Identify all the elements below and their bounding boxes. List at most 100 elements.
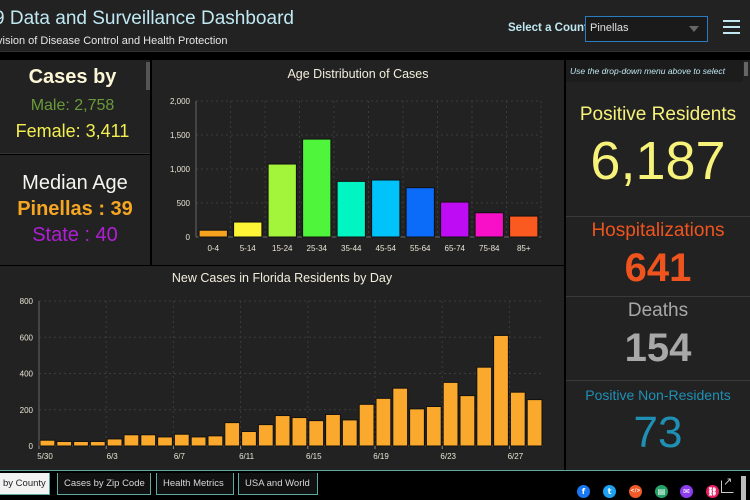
non-residents-label: Positive Non-Residents [585,387,731,403]
bar-6-9[interactable] [207,435,224,447]
left-panel-scrollbar[interactable] [146,62,150,90]
bar-65-74[interactable] [440,201,470,238]
positive-residents-value: 6,187 [590,131,726,191]
bar-6-18[interactable] [358,403,375,447]
non-residents-value: 73 [633,408,683,457]
bar-6-26[interactable] [493,334,509,447]
x-tick-label: 5/30 [37,452,53,461]
bar-5-14[interactable] [233,221,263,238]
y-tick-label: 1,000 [170,165,191,174]
bar-75-84[interactable] [474,212,504,238]
bar-5-31[interactable] [56,440,73,447]
x-tick-label: 15-24 [272,244,293,253]
bar-6-25[interactable] [476,366,493,447]
bar-6-20[interactable] [392,387,409,447]
link-icon[interactable]: ⛓ [706,481,719,498]
bar-6-11[interactable] [241,431,257,447]
bar-6-5[interactable] [140,434,157,447]
bar-6-24[interactable] [459,395,476,447]
bar-6-16[interactable] [325,413,341,447]
x-tick-label: 6/11 [239,452,255,461]
deaths-label: Deaths [627,300,689,321]
y-tick-label: 500 [177,199,191,208]
bar-25-34[interactable] [302,138,332,238]
bar-6-15[interactable] [308,420,325,447]
bar-5-30[interactable] [39,439,56,447]
email-icon[interactable]: ✉ [680,481,693,498]
bar-6-21[interactable] [409,408,425,447]
hospitalizations-value: 641 [624,246,692,290]
bar-6-14[interactable] [291,417,308,447]
bar-45-54[interactable] [371,179,401,238]
bar-85+[interactable] [509,215,539,238]
y-tick-label: 200 [20,406,34,415]
external-link-icon[interactable] [721,475,734,493]
cases-by-sex-panel: Cases by Male: 2,758 Female: 3,411 [0,60,150,154]
x-tick-label: 6/15 [306,452,322,461]
divider [566,380,750,381]
x-tick-label: 6/19 [373,452,389,461]
bar-6-19[interactable] [375,397,392,447]
bar-6-8[interactable] [190,436,207,447]
bar-55-64[interactable] [405,187,435,238]
y-tick-label: 0 [186,233,191,242]
daily-cases-chart: 0 200 400 600 800 5/30 6/3 6/7 6/11 6/15 6/19 6/23 6… [20,297,543,461]
twitter-icon[interactable]: t [603,481,616,498]
bar-6-27[interactable] [509,391,526,447]
x-tick-label: 6/23 [440,452,456,461]
tab-cases-by-county[interactable]: by County [0,473,50,495]
y-tick-label: 600 [20,333,34,342]
embed-code-icon[interactable]: </> [629,481,642,498]
summary-stats-panel: Use the drop-down menu above to select P… [566,60,750,470]
median-age-title: Median Age [22,172,128,194]
bar-6-7[interactable] [173,433,190,447]
age-distribution-panel: Age Distribution of Cases 0 500 1,000 1,500… [152,60,564,265]
dashboard-subtitle: vision of Disease Control and Health Pro… [0,35,228,47]
x-tick-label: 35-44 [341,244,362,253]
bar-6-4[interactable] [123,434,140,447]
hint-scrollbar[interactable] [744,62,748,76]
bar-6-17[interactable] [341,419,358,447]
bar-6-12[interactable] [257,424,274,447]
instruction-hint: Use the drop-down menu above to select [566,60,743,82]
x-tick-label: 85+ [517,244,531,253]
y-tick-label: 1,500 [170,131,191,140]
y-tick-label: 0 [29,442,34,451]
facebook-icon[interactable]: f [577,481,590,498]
x-tick-label: 45-54 [376,244,397,253]
dashboard-title: 9 Data and Surveillance Dashboard [0,8,294,29]
x-tick-label: 6/7 [174,452,186,461]
print-icon[interactable]: ▤ [655,481,668,498]
bar-6-23[interactable] [442,381,459,447]
female-cases: Female: 3,411 [15,121,130,141]
bar-0-4[interactable] [198,229,228,238]
county-select[interactable]: Pinellas [585,16,708,42]
county-select-label: Select a County [508,22,595,34]
hospitalizations-label: Hospitalizations [591,220,725,241]
bar-6-13[interactable] [274,415,291,447]
cases-by-title: Cases by [28,66,117,88]
bar-6-2[interactable] [89,440,106,447]
bar-6-22[interactable] [425,405,442,447]
y-tick-label: 800 [20,297,34,306]
bar-6-10[interactable] [224,422,241,447]
x-tick-label: 5-14 [240,244,257,253]
page-scrollbar[interactable] [741,476,746,500]
x-tick-label: 55-64 [410,244,431,253]
tab-usa-and-world[interactable]: USA and World [238,473,318,495]
deaths-value: 154 [624,326,692,370]
bar-6-3[interactable] [106,438,123,447]
tab-cases-by-zip-code[interactable]: Cases by Zip Code [57,473,151,495]
x-tick-label: 65-74 [445,244,466,253]
divider [566,216,750,217]
median-age-panel: Median Age Pinellas : 39 State : 40 [0,155,150,265]
tab-health-metrics[interactable]: Health Metrics [156,473,234,495]
bar-35-44[interactable] [336,180,366,238]
bar-15-24[interactable] [267,163,297,238]
hamburger-menu-icon[interactable] [723,20,740,34]
x-tick-label: 6/3 [107,452,119,461]
bar-6-1[interactable] [73,440,89,447]
bar-6-6[interactable] [157,436,173,447]
bar-6-28[interactable] [526,399,543,447]
y-tick-label: 2,000 [170,97,191,106]
